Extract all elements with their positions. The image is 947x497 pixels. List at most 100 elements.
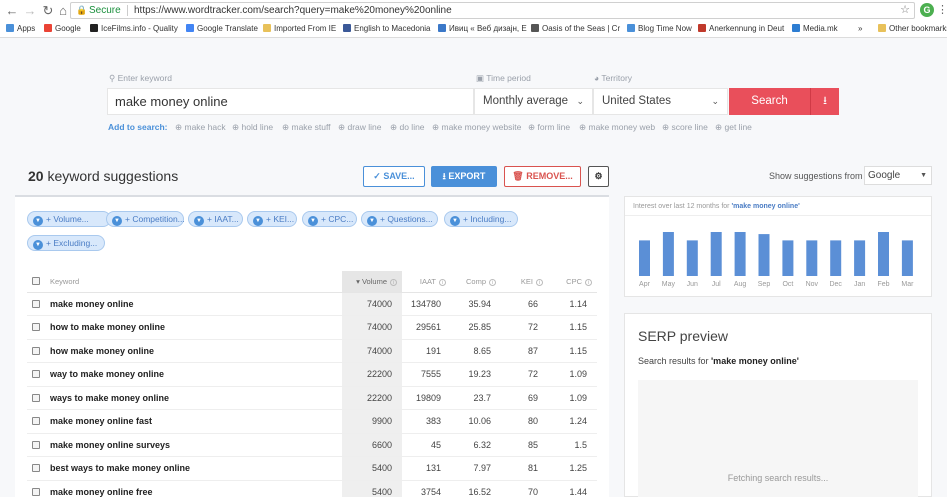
address-bar[interactable]: 🔒 Secure https://www.wordtracker.com/sea… <box>70 2 915 19</box>
bookmark-item[interactable]: IceFilms.info - Quality <box>90 21 178 37</box>
row-checkbox[interactable] <box>32 417 40 426</box>
suggestion-link[interactable]: ⊕ make money web <box>579 122 655 133</box>
bookmark-item[interactable]: Ивиц « Веб дизајн, Е <box>438 21 527 37</box>
filter-chip[interactable]: ▼ + Including... <box>444 211 518 227</box>
table-row[interactable]: best ways to make money online 5400 131 7.9… <box>27 456 597 481</box>
bookmark-item[interactable]: Google Translate <box>186 21 258 37</box>
filter-chip[interactable]: ▼ + CPC... <box>302 211 357 227</box>
table-row[interactable]: how make money online 74000 191 8.65 87 1.15 <box>27 339 597 363</box>
row-checkbox[interactable] <box>32 323 40 332</box>
column-header-volume[interactable]: ▾ Volume i <box>342 271 402 293</box>
trend-bar[interactable] <box>782 240 794 276</box>
settings-icon[interactable]: ⚙ <box>588 166 609 187</box>
select-all-checkbox[interactable] <box>32 276 40 285</box>
bookmark-icon <box>531 24 539 32</box>
suggestion-link[interactable]: ⊕ make hack <box>175 122 226 133</box>
trend-bar[interactable] <box>686 240 698 276</box>
suggestion-link[interactable]: ⊕ make stuff <box>282 122 331 133</box>
bookmark-item[interactable]: Google <box>44 21 81 37</box>
bookmark-item[interactable]: Anerkennung in Deut <box>698 21 784 37</box>
remove-button[interactable]: 🗑 REMOVE... <box>504 166 581 187</box>
row-checkbox[interactable] <box>32 346 40 355</box>
keyword-input[interactable]: make money online <box>107 88 474 115</box>
cell-keyword[interactable]: make money online surveys <box>27 433 342 457</box>
trend-bar[interactable] <box>878 232 889 276</box>
trend-bar[interactable] <box>901 240 913 276</box>
bookmark-item[interactable]: English to Macedonia <box>343 21 431 37</box>
time-period-select[interactable]: Monthly average ⌄ <box>474 88 593 115</box>
cell-keyword[interactable]: how to make money online <box>27 315 342 340</box>
filter-icon: ▼ <box>33 216 43 226</box>
bookmark-item[interactable]: Blog Time Now <box>627 21 692 37</box>
table-row[interactable]: make money online free 5400 3754 16.52 70 1.4… <box>27 480 597 497</box>
suggestion-link[interactable]: ⊕ make money website <box>432 122 521 133</box>
column-header-cpc[interactable]: CPC i <box>548 271 597 293</box>
trend-bar[interactable] <box>734 232 746 276</box>
cell-keyword[interactable]: make money online <box>27 292 342 316</box>
row-checkbox[interactable] <box>32 299 40 308</box>
table-row[interactable]: how to make money online 74000 29561 25.85 7… <box>27 315 597 340</box>
trend-bar[interactable] <box>662 232 674 276</box>
table-row[interactable]: ways to make money online 22200 19809 23.7 6… <box>27 386 597 410</box>
extension-icon[interactable]: G <box>920 3 934 17</box>
cell-keyword[interactable]: how make money online <box>27 339 342 363</box>
filter-chip[interactable]: ▼ + KEI... <box>247 211 297 227</box>
export-button[interactable]: ⭳ EXPORT <box>431 166 497 187</box>
filter-chip[interactable]: ▼ + Volume... <box>27 211 111 227</box>
suggestion-link[interactable]: ⊕ hold line <box>232 122 273 133</box>
search-button[interactable]: Search <box>729 88 810 115</box>
bookmark-item[interactable]: Apps <box>6 21 35 37</box>
cell-keyword[interactable]: best ways to make money online <box>27 456 342 481</box>
home-icon[interactable]: ⌂ <box>55 3 71 19</box>
bookmark-item[interactable]: Other bookmarks <box>878 21 947 37</box>
suggestion-link[interactable]: ⊕ form line <box>528 122 570 133</box>
table-row[interactable]: make money online surveys 6600 45 6.32 85 1.5 <box>27 433 597 457</box>
trend-bar[interactable] <box>830 240 842 276</box>
back-icon[interactable]: ← <box>4 3 20 19</box>
bookmark-icon <box>263 24 271 32</box>
column-header-keyword[interactable]: Keyword <box>27 271 342 293</box>
url-text[interactable]: https://www.wordtracker.com/search?query… <box>134 3 452 18</box>
table-row[interactable]: make money online 74000 134780 35.94 66 1.14 <box>27 292 597 316</box>
bookmark-item[interactable]: Media.mk <box>792 21 838 37</box>
share-icon[interactable]: ⭳ <box>810 88 839 115</box>
filter-chip[interactable]: ▼ + IAAT... <box>188 211 243 227</box>
trend-bar[interactable] <box>710 232 722 276</box>
territory-select[interactable]: United States ⌄ <box>593 88 728 115</box>
row-checkbox[interactable] <box>32 370 40 379</box>
trend-bar[interactable] <box>854 240 866 276</box>
cell-keyword[interactable]: ways to make money online <box>27 386 342 410</box>
filter-chip[interactable]: ▼ + Competition... <box>106 211 185 227</box>
row-checkbox[interactable] <box>32 464 40 473</box>
column-header-iaat[interactable]: IAAT i <box>402 271 451 293</box>
row-checkbox[interactable] <box>32 487 40 496</box>
column-header-kei[interactable]: KEI i <box>501 271 548 293</box>
cell-iaat: 7555 <box>402 362 451 387</box>
forward-icon[interactable]: → <box>22 3 38 19</box>
bookmark-star-icon[interactable]: ☆ <box>900 3 910 18</box>
row-checkbox[interactable] <box>32 393 40 402</box>
bookmark-item[interactable]: Imported From IE <box>263 21 336 37</box>
menu-icon[interactable]: ⋮ <box>937 3 947 16</box>
table-row[interactable]: make money online fast 9900 383 10.06 80 1.24 <box>27 409 597 434</box>
cell-keyword[interactable]: way to make money online <box>27 362 342 387</box>
suggestion-link[interactable]: ⊕ score line <box>662 122 708 133</box>
suggestion-link[interactable]: ⊕ do line <box>390 122 425 133</box>
table-row[interactable]: way to make money online 22200 7555 19.23 72… <box>27 362 597 387</box>
bookmark-item[interactable]: Oasis of the Seas | Cr <box>531 21 620 37</box>
suggestion-link[interactable]: ⊕ draw line <box>338 122 382 133</box>
trend-bar[interactable] <box>639 240 650 276</box>
save-button[interactable]: ✓ SAVE... <box>363 166 425 187</box>
suggestion-link[interactable]: ⊕ get line <box>715 122 752 133</box>
filter-chip[interactable]: ▼ + Questions... <box>361 211 438 227</box>
suggestion-source-select[interactable]: Google ▼ <box>864 166 932 185</box>
bookmark-item[interactable]: » <box>858 21 862 37</box>
row-checkbox[interactable] <box>32 440 40 449</box>
cell-keyword[interactable]: make money online fast <box>27 409 342 434</box>
filter-chip[interactable]: ▼ + Excluding... <box>27 235 105 251</box>
column-header-comp[interactable]: Comp i <box>451 271 501 293</box>
trend-bar[interactable] <box>806 240 818 276</box>
trend-bar[interactable] <box>758 234 770 276</box>
cell-keyword[interactable]: make money online free <box>27 480 342 497</box>
reload-icon[interactable]: ↻ <box>40 3 56 19</box>
